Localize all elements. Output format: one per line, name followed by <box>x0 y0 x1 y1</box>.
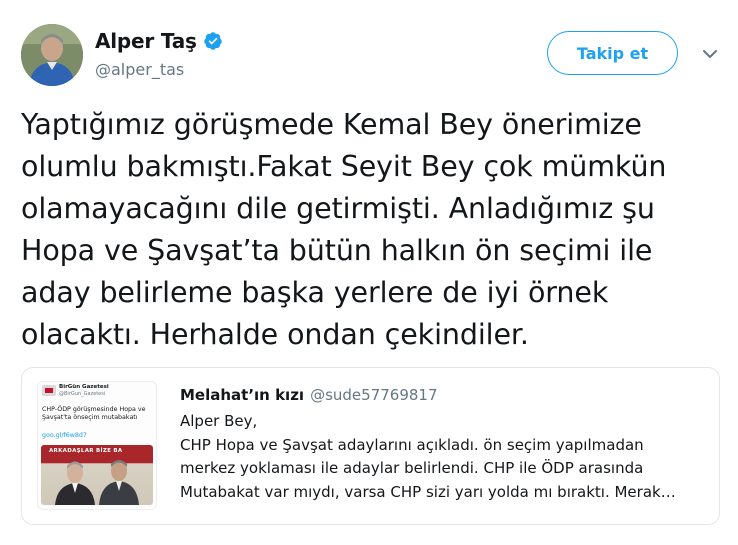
verified-badge-icon <box>203 31 223 51</box>
quoted-tweet[interactable]: BirGün Gazetesi @BirGun_Gazetesi CHP-ÖDP… <box>21 367 720 525</box>
chevron-down-icon[interactable] <box>700 46 720 60</box>
media-link: goo.gl/f6w8d7 <box>42 432 87 439</box>
quoted-author-name[interactable]: Melahat’ın kızı <box>180 386 304 404</box>
follow-button[interactable]: Takip et <box>547 31 678 75</box>
author-avatar[interactable] <box>21 24 83 86</box>
author-handle[interactable]: @alper_tas <box>95 60 184 79</box>
tweet-card: Alper Taş @alper_tas Takip et Yaptığımız… <box>0 0 738 545</box>
people-photo-icon <box>55 460 139 505</box>
author-name[interactable]: Alper Taş <box>95 29 197 53</box>
quoted-author-handle[interactable]: @sude57769817 <box>310 386 437 404</box>
tweet-text: Yaptığımız görüşmede Kemal Bey önerimize… <box>21 108 667 351</box>
media-photo: ARKADAŞLAR BİZE BA <box>41 445 153 505</box>
media-source-handle: @BirGun_Gazetesi <box>59 391 106 397</box>
source-logo-icon <box>42 385 56 396</box>
quoted-author-row[interactable]: Melahat’ın kızı @sude57769817 <box>180 386 438 404</box>
quoted-tweet-text: Alper Bey, CHP Hopa ve Şavşat adaylarını… <box>180 412 676 501</box>
media-source-name: BirGün Gazetesi <box>59 384 109 390</box>
author-name-row[interactable]: Alper Taş <box>95 28 223 54</box>
media-headline: CHP-ÖDP görüşmesinde Hopa ve Şavşat'ta ö… <box>42 406 146 421</box>
quoted-tweet-media[interactable]: BirGün Gazetesi @BirGun_Gazetesi CHP-ÖDP… <box>37 381 157 510</box>
avatar-photo <box>21 24 83 86</box>
